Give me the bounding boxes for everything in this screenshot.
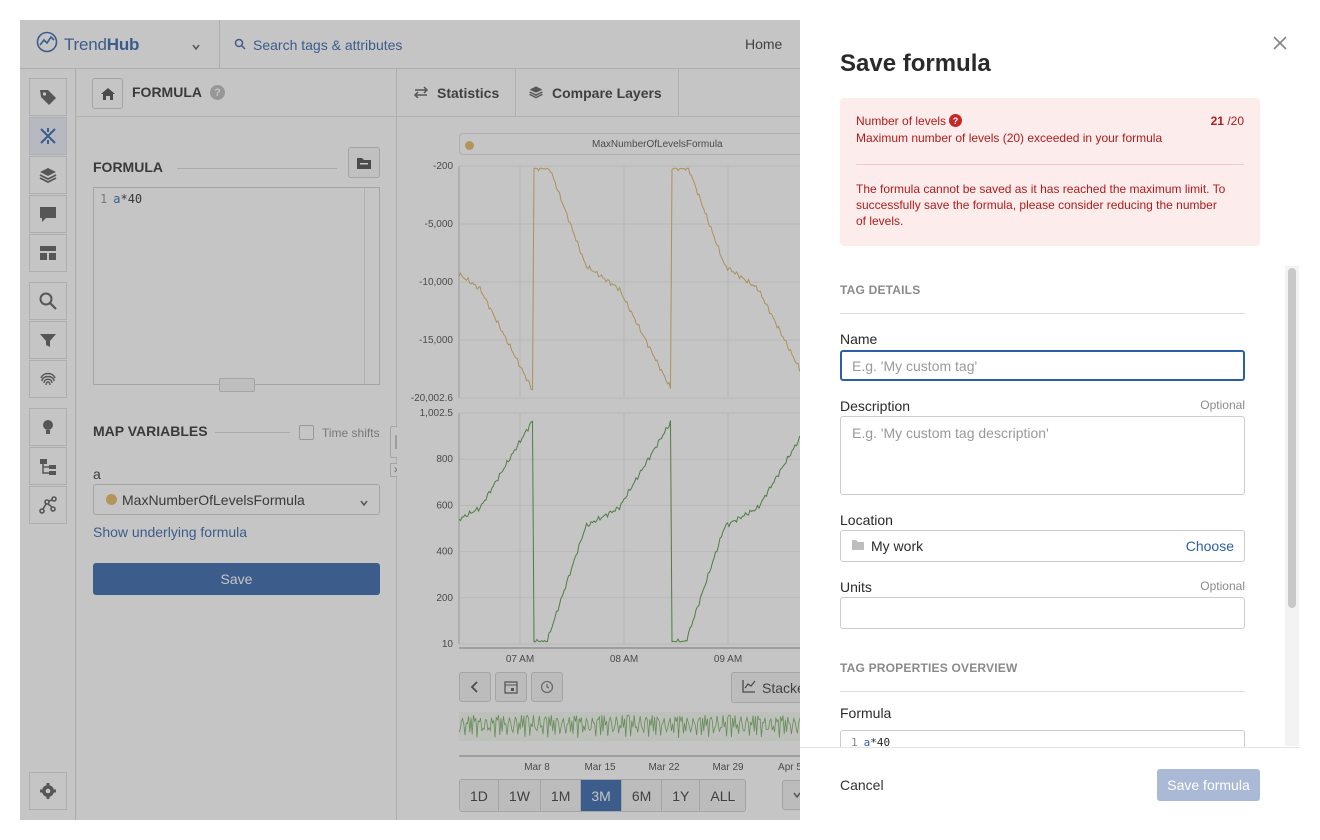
alert-subtitle: Maximum number of levels (20) exceeded i… <box>856 131 1163 145</box>
units-label: Units <box>840 579 872 595</box>
close-icon[interactable] <box>1269 32 1291 54</box>
save-formula-button[interactable]: Save formula <box>1157 769 1260 801</box>
location-label: Location <box>840 512 893 528</box>
choose-location-button[interactable]: Choose <box>1186 538 1234 554</box>
modal-backdrop[interactable] <box>20 20 800 820</box>
levels-count: 21 /20 <box>1211 114 1244 128</box>
description-label: Description <box>840 398 911 414</box>
modal-footer: Cancel Save formula <box>800 747 1300 820</box>
modal-title: Save formula <box>840 50 991 77</box>
alert-divider <box>856 164 1244 165</box>
units-input[interactable] <box>840 597 1245 629</box>
levels-max: /20 <box>1227 114 1244 128</box>
tag-details-heading: TAG DETAILS <box>840 283 921 297</box>
help-icon[interactable]: ? <box>949 114 962 127</box>
divider <box>840 313 1245 314</box>
divider <box>840 691 1245 692</box>
levels-current: 21 <box>1210 114 1224 128</box>
location-value: My work <box>871 538 924 554</box>
tag-properties-heading: TAG PROPERTIES OVERVIEW <box>840 661 1018 675</box>
alert-title: Number of levels <box>856 114 947 128</box>
cancel-button[interactable]: Cancel <box>840 777 884 793</box>
error-alert: Number of levels ? 21 /20 Maximum number… <box>840 98 1260 246</box>
save-formula-drawer: Save formula Number of levels ? 21 /20 M… <box>800 20 1300 820</box>
location-field: My work Choose <box>840 530 1245 562</box>
modal-scrollbar-thumb[interactable] <box>1288 268 1296 608</box>
folder-icon <box>851 538 871 554</box>
name-input[interactable] <box>840 350 1245 381</box>
name-label: Name <box>840 331 878 347</box>
units-optional: Optional <box>1200 579 1245 593</box>
description-optional: Optional <box>1200 398 1245 412</box>
formula-label: Formula <box>840 705 892 721</box>
description-input[interactable] <box>840 416 1245 495</box>
alert-body: The formula cannot be saved as it has re… <box>856 182 1226 228</box>
